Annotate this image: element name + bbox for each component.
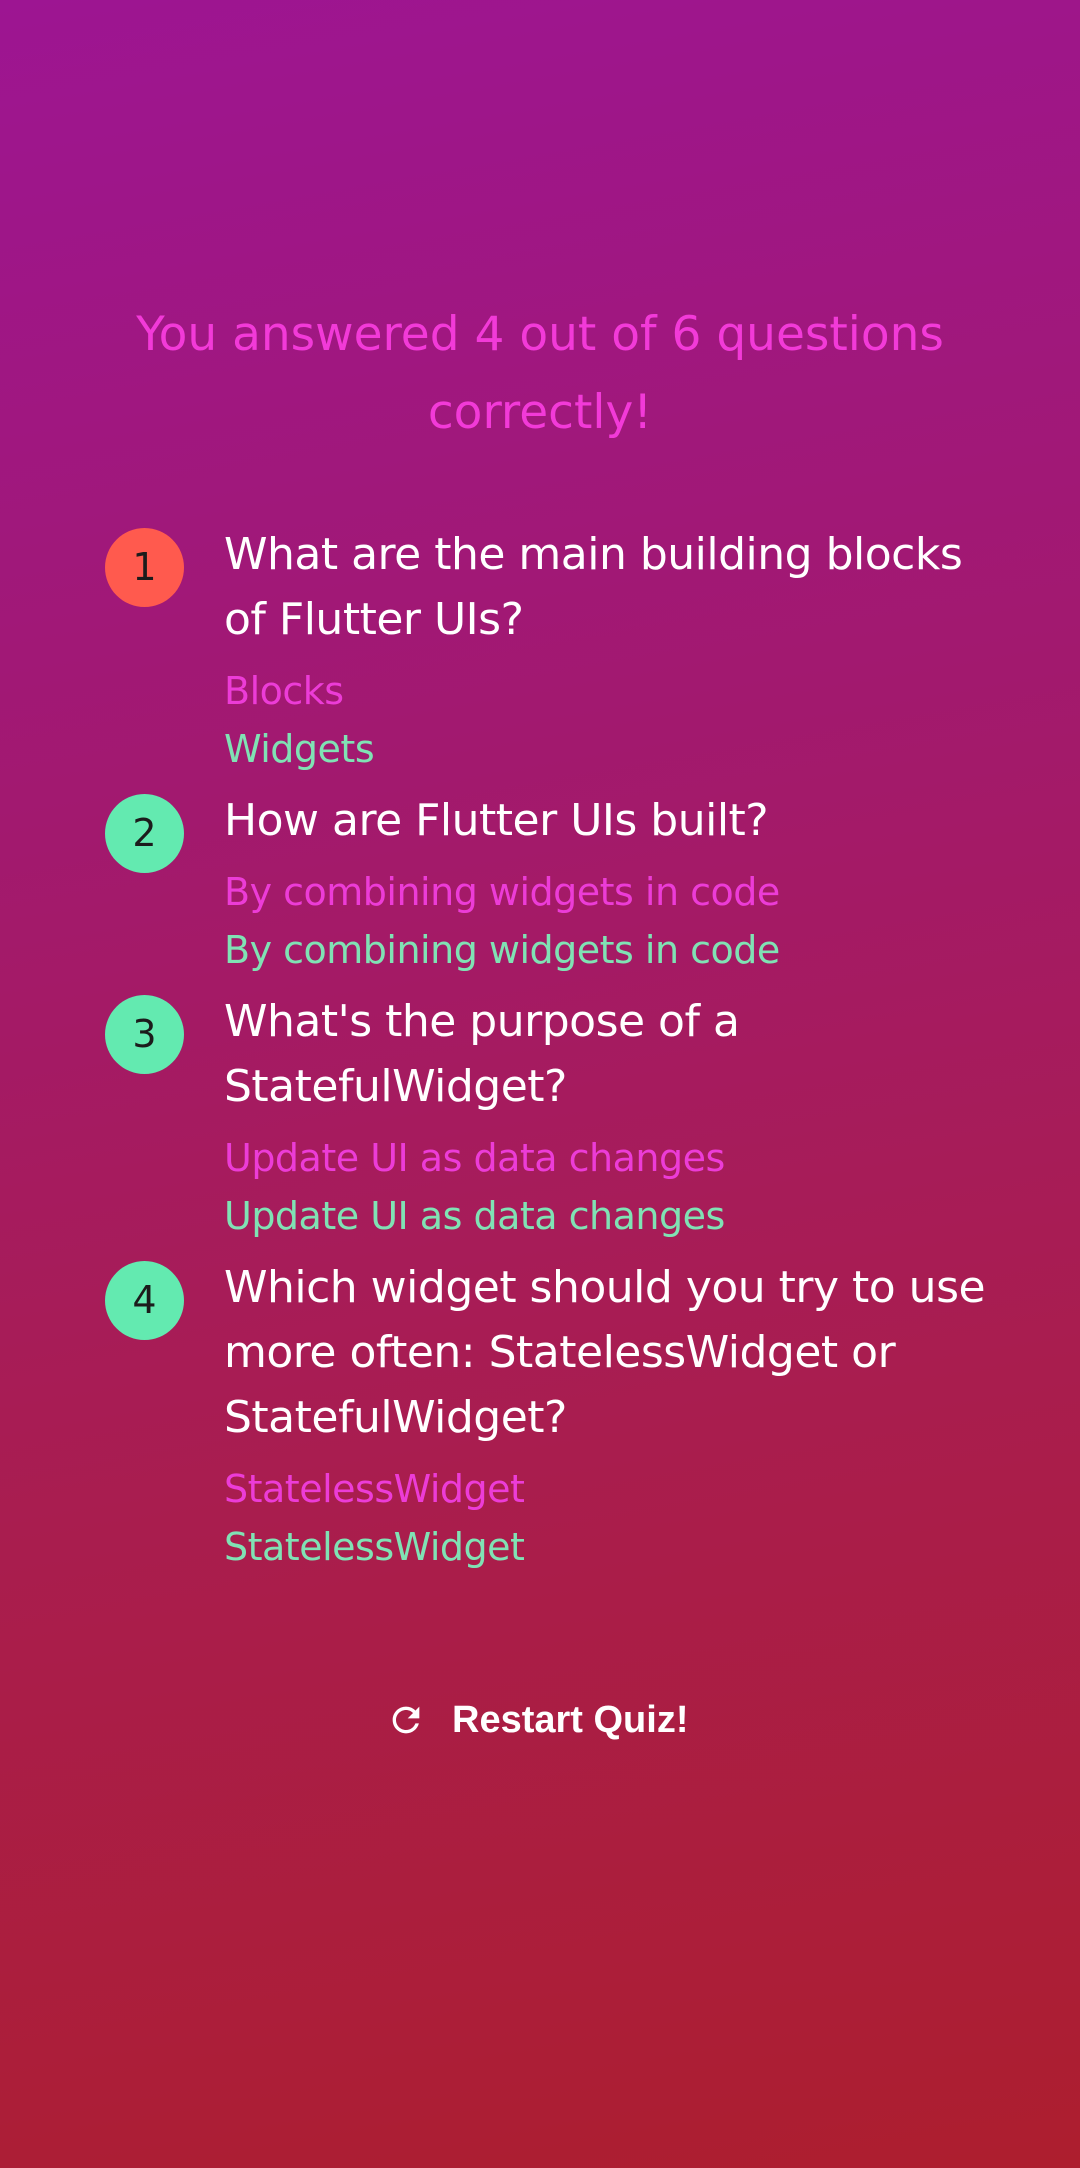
summary-title: You answered 4 out of 6 questions correc… [136,307,944,440]
restart-quiz-button[interactable]: Restart Quiz! [370,1684,704,1756]
question-index-badge: 4 [105,1261,184,1340]
question-text: Which widget should you try to use more … [224,1262,986,1443]
correct-answer: By combining widgets in code [224,928,780,972]
user-answer: Blocks [224,669,344,713]
question-text [224,1576,1000,1578]
result-item: 5 [0,1576,1080,1578]
user-answer: Update UI as data changes [224,1136,725,1180]
question-text: How are Flutter UIs built? [224,795,769,846]
question-index-badge: 3 [105,995,184,1074]
result-item: 1 What are the main building blocks of F… [0,512,1080,778]
user-answer: By combining widgets in code [224,870,780,914]
correct-answer: StatelessWidget [224,1525,525,1569]
correct-answer: Widgets [224,727,375,771]
restart-quiz-label: Restart Quiz! [452,1698,689,1741]
user-answer: StatelessWidget [224,1467,525,1511]
question-index-badge: 1 [105,528,184,607]
result-item: 4 Which widget should you try to use mor… [0,1245,1080,1576]
result-item: 2 How are Flutter UIs built? By combinin… [0,778,1080,979]
question-text: What's the purpose of a StatefulWidget? [224,996,740,1112]
refresh-icon [386,1700,426,1740]
result-item: 3 What's the purpose of a StatefulWidget… [0,979,1080,1245]
question-text: What are the main building blocks of Flu… [224,529,963,645]
correct-answer: Update UI as data changes [224,1194,725,1238]
results-list[interactable]: 1 What are the main building blocks of F… [0,512,1080,1578]
question-index-badge: 2 [105,794,184,873]
